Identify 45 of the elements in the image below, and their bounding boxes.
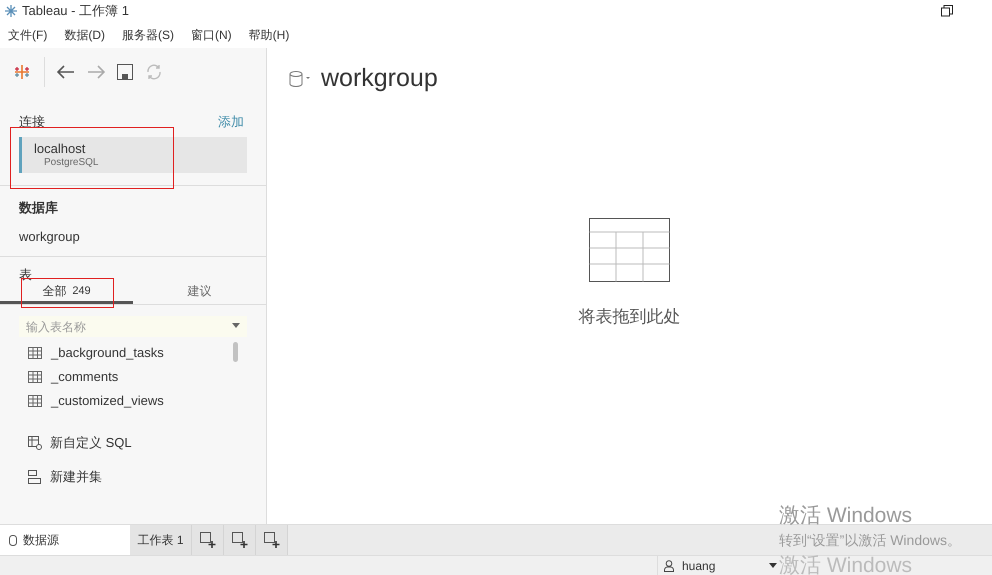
table-icon — [28, 346, 42, 358]
table-icon — [28, 394, 42, 406]
union-icon — [28, 470, 42, 484]
activation-message: 转到“设置”以激活 Windows。 — [779, 531, 962, 550]
sheet-tab[interactable]: 工作表 1 — [130, 525, 192, 555]
scrollbar-thumb[interactable] — [233, 342, 238, 362]
save-icon[interactable] — [117, 64, 133, 80]
new-worksheet-icon[interactable] — [200, 532, 216, 548]
menu-item[interactable]: 帮助(H) — [248, 26, 290, 44]
connection-item[interactable]: localhost PostgreSQL — [19, 136, 247, 172]
connection-type: PostgreSQL — [43, 156, 100, 168]
app-logo-icon — [4, 4, 18, 18]
action-item[interactable]: 新自定义 SQL — [0, 426, 266, 460]
menu-item[interactable]: 窗口(N) — [191, 26, 232, 44]
menu-item[interactable]: 文件(F) — [8, 26, 48, 44]
caret-icon[interactable] — [232, 322, 240, 328]
menu-item[interactable]: 数据(D) — [64, 26, 105, 44]
tableau-logo-icon[interactable] — [12, 62, 32, 82]
add-link[interactable]: 添加 — [218, 112, 244, 132]
connection-name: localhost — [34, 140, 86, 156]
window-title: Tableau - 工作簿 1 — [22, 2, 129, 20]
table-list-item[interactable]: _comments — [0, 364, 233, 388]
table-drop-icon — [589, 218, 670, 282]
activation-title: 激活 Windows — [779, 503, 914, 529]
section-heading: 数据库 — [19, 198, 59, 216]
caret-icon[interactable] — [769, 563, 777, 568]
table-list-item[interactable]: _customized_views — [0, 388, 233, 412]
new-dashboard-icon[interactable] — [232, 532, 248, 548]
restore-icon[interactable] — [941, 5, 953, 17]
table-search-field[interactable]: 输入表名称 — [19, 316, 247, 337]
user-icon[interactable] — [664, 560, 674, 572]
canvas-title: workgroup — [321, 63, 438, 94]
table-list-item[interactable]: _background_tasks — [0, 340, 233, 364]
user-name[interactable]: huang — [682, 556, 761, 574]
table-tab[interactable]: 全部 249 — [0, 282, 133, 304]
action-item[interactable]: 新建并集 — [0, 460, 266, 494]
new-story-icon[interactable] — [264, 532, 280, 548]
menu-item[interactable]: 服务器(S) — [122, 26, 174, 44]
sheet-tab[interactable]: 数据源 — [0, 525, 130, 555]
drop-hint: 将表拖到此处 — [578, 306, 680, 328]
table-tab[interactable]: 建议 — [133, 282, 266, 304]
table-icon — [28, 370, 42, 382]
database-name[interactable]: workgroup — [19, 227, 247, 246]
table-gear-icon — [28, 436, 42, 450]
back-arrow-icon[interactable] — [57, 65, 75, 79]
